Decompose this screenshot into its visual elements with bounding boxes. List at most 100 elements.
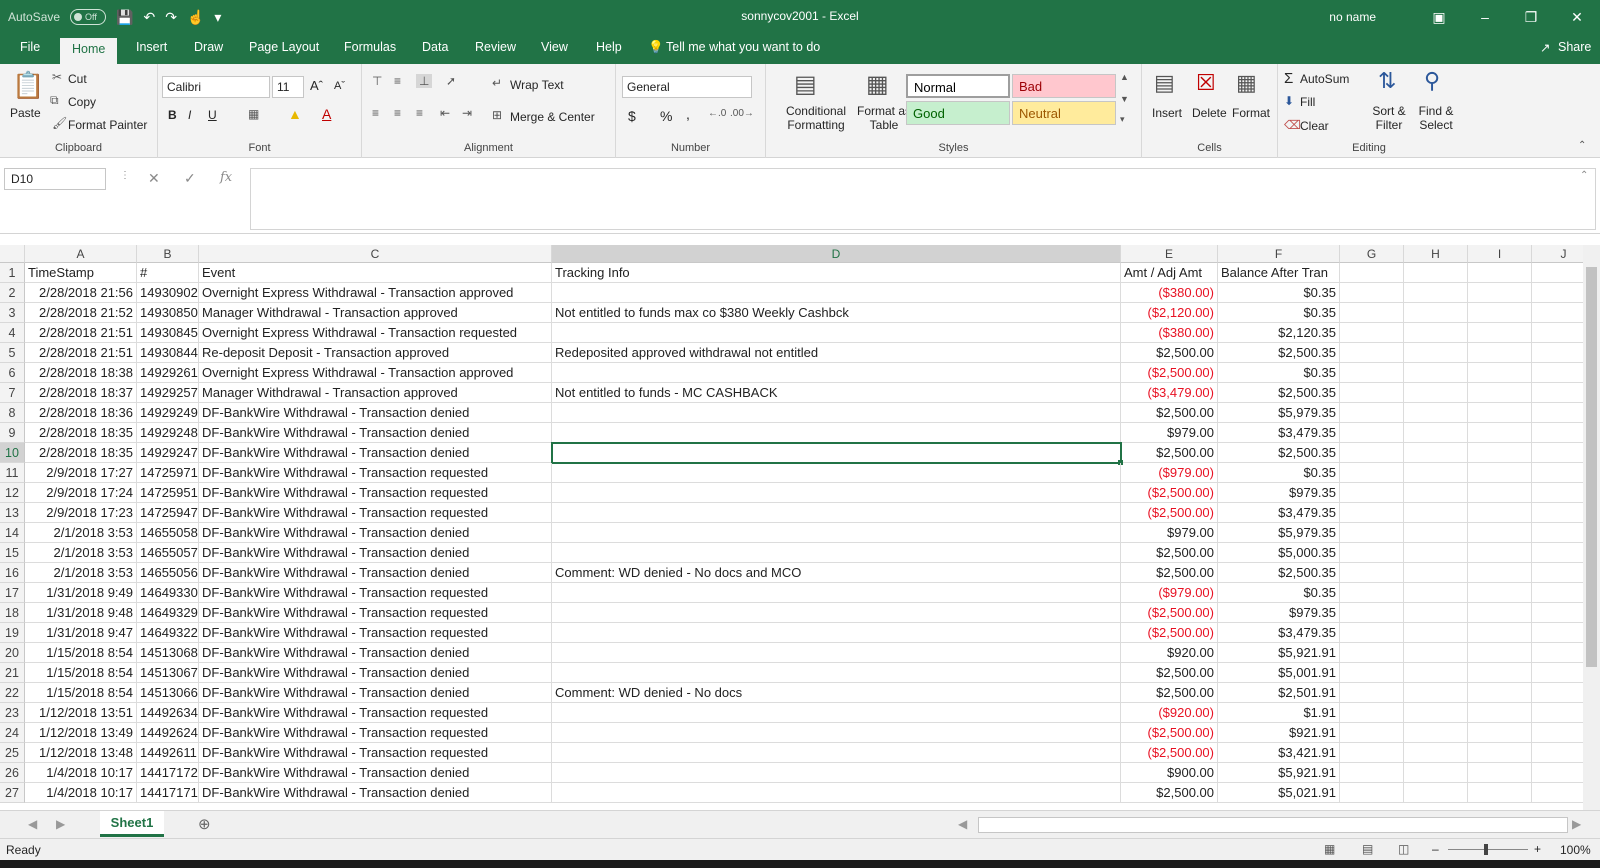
cell-timestamp[interactable]: 2/28/2018 21:52 — [25, 303, 137, 323]
merge-center-icon[interactable]: ⊞ — [492, 108, 502, 122]
tell-me-search[interactable]: Tell me what you want to do — [666, 40, 820, 54]
empty-cell[interactable] — [1468, 763, 1532, 783]
empty-cell[interactable] — [1468, 263, 1532, 283]
empty-cell[interactable] — [1340, 383, 1404, 403]
cell-event[interactable]: DF-BankWire Withdrawal - Transaction req… — [199, 463, 552, 483]
autosum-button[interactable]: AutoSum — [1300, 72, 1349, 86]
empty-cell[interactable] — [1404, 643, 1468, 663]
empty-cell[interactable] — [1468, 623, 1532, 643]
empty-cell[interactable] — [1404, 763, 1468, 783]
cell-amount[interactable]: $979.00 — [1121, 523, 1218, 543]
empty-cell[interactable] — [1532, 363, 1583, 383]
clear-icon[interactable]: ⌫ — [1284, 118, 1301, 132]
cell-event[interactable]: DF-BankWire Withdrawal - Transaction den… — [199, 403, 552, 423]
cell-number[interactable]: 14930902 — [137, 283, 199, 303]
cell-tracking-info[interactable] — [552, 663, 1121, 683]
cell-balance[interactable]: $3,479.35 — [1218, 423, 1340, 443]
format-cells-button[interactable]: Format — [1232, 106, 1270, 120]
column-header-g[interactable]: G — [1340, 245, 1404, 263]
cell-amount[interactable]: $900.00 — [1121, 763, 1218, 783]
header-cell-b[interactable]: # — [137, 263, 199, 283]
cell-tracking-info[interactable] — [552, 703, 1121, 723]
copy-icon[interactable]: ⧉ — [50, 93, 59, 108]
column-header-h[interactable]: H — [1404, 245, 1468, 263]
empty-cell[interactable] — [1404, 263, 1468, 283]
cell-event[interactable]: DF-BankWire Withdrawal - Transaction den… — [199, 683, 552, 703]
cell-tracking-info[interactable] — [552, 283, 1121, 303]
cell-number[interactable]: 14929261 — [137, 363, 199, 383]
cell-tracking-info[interactable] — [552, 503, 1121, 523]
empty-cell[interactable] — [1468, 643, 1532, 663]
header-cell-c[interactable]: Event — [199, 263, 552, 283]
cell-timestamp[interactable]: 1/15/2018 8:54 — [25, 683, 137, 703]
conditional-formatting-icon[interactable]: ▤ — [794, 70, 817, 99]
cell-amount[interactable]: ($2,500.00) — [1121, 483, 1218, 503]
empty-cell[interactable] — [1340, 503, 1404, 523]
save-icon[interactable]: 💾 — [116, 9, 133, 26]
tab-formulas[interactable]: Formulas — [344, 40, 396, 54]
cell-balance[interactable]: $0.35 — [1218, 363, 1340, 383]
empty-cell[interactable] — [1404, 583, 1468, 603]
cell-tracking-info[interactable] — [552, 743, 1121, 763]
row-header-4[interactable]: 4 — [0, 323, 25, 343]
select-all-corner[interactable] — [0, 245, 25, 263]
format-painter-button[interactable]: Format Painter — [68, 118, 147, 132]
empty-cell[interactable] — [1468, 543, 1532, 563]
cell-number[interactable]: 14725971 — [137, 463, 199, 483]
header-cell-e[interactable]: Amt / Adj Amt — [1121, 263, 1218, 283]
cell-event[interactable]: DF-BankWire Withdrawal - Transaction den… — [199, 563, 552, 583]
cell-event[interactable]: Overnight Express Withdrawal - Transacti… — [199, 363, 552, 383]
empty-cell[interactable] — [1468, 783, 1532, 803]
cell-balance[interactable]: $2,500.35 — [1218, 343, 1340, 363]
expand-formula-bar-icon[interactable]: ⌃ — [1580, 170, 1588, 181]
cell-event[interactable]: DF-BankWire Withdrawal - Transaction req… — [199, 723, 552, 743]
empty-cell[interactable] — [1340, 423, 1404, 443]
cell-timestamp[interactable]: 1/4/2018 10:17 — [25, 763, 137, 783]
close-icon[interactable]: ✕ — [1554, 9, 1600, 26]
cell-timestamp[interactable]: 1/15/2018 8:54 — [25, 643, 137, 663]
empty-cell[interactable] — [1404, 523, 1468, 543]
cell-amount[interactable]: $2,500.00 — [1121, 783, 1218, 803]
empty-cell[interactable] — [1340, 603, 1404, 623]
column-header-d[interactable]: D — [552, 245, 1121, 263]
ribbon-display-icon[interactable]: ▣ — [1416, 9, 1462, 26]
cell-timestamp[interactable]: 1/12/2018 13:49 — [25, 723, 137, 743]
empty-cell[interactable] — [1404, 623, 1468, 643]
currency-button[interactable]: $ — [628, 108, 636, 124]
row-header-22[interactable]: 22 — [0, 683, 25, 703]
cell-tracking-info[interactable] — [552, 543, 1121, 563]
empty-cell[interactable] — [1532, 443, 1583, 463]
cell-event[interactable]: DF-BankWire Withdrawal - Transaction den… — [199, 763, 552, 783]
cell-tracking-info[interactable]: Redeposited approved withdrawal not enti… — [552, 343, 1121, 363]
row-header-12[interactable]: 12 — [0, 483, 25, 503]
cell-number[interactable]: 14655058 — [137, 523, 199, 543]
fill-icon[interactable]: ⬇ — [1284, 94, 1294, 108]
empty-cell[interactable] — [1468, 403, 1532, 423]
cell-tracking-info[interactable] — [552, 763, 1121, 783]
cell-timestamp[interactable]: 2/28/2018 18:35 — [25, 423, 137, 443]
cell-amount[interactable]: ($2,500.00) — [1121, 743, 1218, 763]
empty-cell[interactable] — [1532, 523, 1583, 543]
empty-cell[interactable] — [1468, 663, 1532, 683]
cell-balance[interactable]: $3,479.35 — [1218, 623, 1340, 643]
cell-number[interactable]: 14725947 — [137, 503, 199, 523]
empty-cell[interactable] — [1468, 683, 1532, 703]
cell-amount[interactable]: $979.00 — [1121, 423, 1218, 443]
cell-event[interactable]: DF-BankWire Withdrawal - Transaction den… — [199, 543, 552, 563]
tab-review[interactable]: Review — [475, 40, 516, 54]
cell-balance[interactable]: $979.35 — [1218, 483, 1340, 503]
row-header-13[interactable]: 13 — [0, 503, 25, 523]
cell-timestamp[interactable]: 2/28/2018 21:51 — [25, 323, 137, 343]
empty-cell[interactable] — [1404, 503, 1468, 523]
cell-number[interactable]: 14492611 — [137, 743, 199, 763]
empty-cell[interactable] — [1532, 463, 1583, 483]
cell-tracking-info[interactable] — [552, 723, 1121, 743]
minimize-icon[interactable]: – — [1462, 9, 1508, 25]
row-header-10[interactable]: 10 — [0, 443, 25, 463]
style-normal[interactable]: Normal — [906, 74, 1010, 98]
cell-number[interactable]: 14417171 — [137, 783, 199, 803]
sort-filter-icon[interactable]: ⇅ — [1378, 68, 1396, 94]
empty-cell[interactable] — [1532, 263, 1583, 283]
empty-cell[interactable] — [1340, 443, 1404, 463]
cell-timestamp[interactable]: 2/9/2018 17:23 — [25, 503, 137, 523]
